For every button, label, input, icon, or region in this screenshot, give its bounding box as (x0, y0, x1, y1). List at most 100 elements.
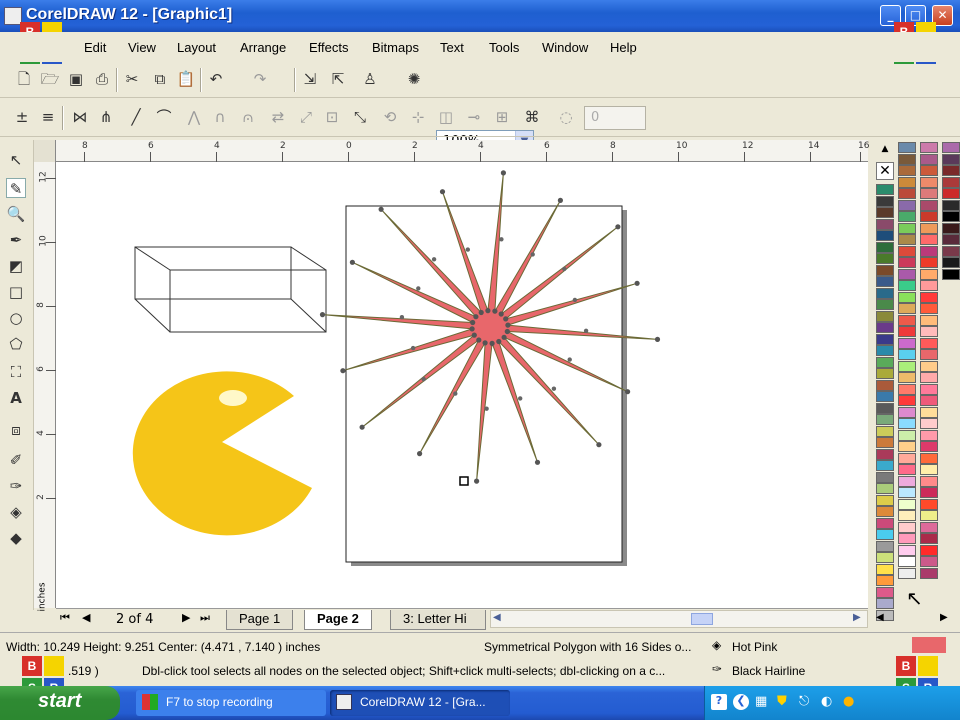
color-swatch[interactable] (898, 544, 916, 556)
horizontal-ruler[interactable]: 8 6 4 2 0 2 4 6 8 10 12 14 16 (34, 140, 869, 162)
color-swatch[interactable] (920, 360, 938, 372)
menu-bitmaps[interactable]: Bitmaps (372, 40, 419, 55)
color-swatch[interactable] (898, 372, 916, 383)
corel-online-icon[interactable]: ✺ (404, 69, 424, 89)
color-swatch[interactable] (898, 245, 916, 257)
taskbar-item-recording[interactable]: F7 to stop recording (136, 690, 326, 716)
tab-page-2[interactable]: Page 2 (304, 610, 372, 630)
cut-icon[interactable]: ✂ (122, 69, 142, 89)
tab-page-3[interactable]: 3: Letter Hi (390, 610, 486, 630)
freehand-tool-icon[interactable]: ✒ (6, 230, 26, 250)
ellipse-tool-icon[interactable]: ○ (6, 308, 26, 328)
curve-smoothness-input[interactable]: 0 (584, 106, 646, 130)
color-swatch[interactable] (876, 529, 894, 540)
color-swatch[interactable] (898, 533, 916, 544)
color-swatch[interactable] (920, 487, 938, 498)
zoom-tool-icon[interactable]: 🔍 (6, 204, 26, 224)
color-swatch[interactable] (876, 425, 894, 437)
color-swatch[interactable] (898, 314, 916, 326)
color-swatch[interactable] (876, 276, 894, 287)
open-file-icon[interactable]: 🗁 (40, 69, 60, 89)
menu-layout[interactable]: Layout (177, 40, 216, 55)
color-swatch[interactable] (898, 257, 916, 268)
color-swatch[interactable] (876, 310, 894, 322)
color-swatch[interactable] (876, 540, 894, 552)
color-swatch[interactable] (920, 406, 938, 418)
color-swatch[interactable] (898, 567, 916, 579)
menu-effects[interactable]: Effects (309, 40, 349, 55)
color-swatch[interactable] (920, 383, 938, 395)
rectangle-tool-icon[interactable]: □ (6, 282, 26, 302)
undo-icon[interactable]: ↶ (206, 69, 226, 89)
color-swatch[interactable] (876, 414, 894, 425)
to-curve-icon[interactable]: ⌒ (154, 107, 174, 127)
color-swatch[interactable] (876, 287, 894, 299)
color-swatch[interactable] (898, 176, 916, 188)
menu-tools[interactable]: Tools (489, 40, 519, 55)
last-page-icon[interactable]: ⏭ (200, 611, 210, 625)
reduce-nodes-icon[interactable]: ⌘ (522, 107, 542, 127)
color-swatch[interactable] (876, 299, 894, 310)
curve-smoothness-icon[interactable]: ◌ (556, 107, 576, 127)
color-swatch[interactable] (942, 165, 960, 176)
color-swatch[interactable] (898, 142, 916, 153)
scroll-right-icon[interactable]: ▶ (853, 612, 861, 623)
color-swatch[interactable] (898, 464, 916, 475)
outline-tool-icon[interactable]: ✑ (6, 476, 26, 496)
network-icon[interactable]: ⎋ (799, 694, 809, 709)
symmetrical-node-icon[interactable]: ⩀ (238, 107, 258, 127)
color-swatch[interactable] (876, 517, 894, 529)
palette-scroll-right-icon[interactable]: ▶ (940, 612, 948, 623)
new-file-icon[interactable]: 🗋 (14, 69, 34, 89)
color-swatch[interactable] (920, 222, 938, 234)
color-swatch[interactable] (876, 195, 894, 207)
color-swatch[interactable] (920, 429, 938, 441)
color-swatch[interactable] (898, 510, 916, 521)
delete-node-icon[interactable]: ≡ (38, 107, 58, 127)
color-swatch[interactable] (920, 245, 938, 257)
palette-scroll-up-icon[interactable]: ▲ (876, 144, 894, 160)
color-swatch[interactable] (876, 506, 894, 517)
fill-tool-icon[interactable]: ◈ (6, 502, 26, 522)
palette-scroll-left-icon[interactable]: ◀ (876, 612, 884, 623)
color-swatch[interactable] (942, 199, 960, 211)
no-color-swatch[interactable]: ✕ (876, 162, 894, 180)
select-all-nodes-icon[interactable]: ⊞ (492, 107, 512, 127)
application-launcher-icon[interactable]: ♙ (360, 69, 380, 89)
color-swatch[interactable] (920, 337, 938, 349)
color-swatch[interactable] (920, 349, 938, 360)
color-swatch[interactable] (920, 176, 938, 188)
color-swatch[interactable] (876, 437, 894, 448)
color-swatch[interactable] (876, 356, 894, 368)
redo-icon[interactable]: ↷ (250, 69, 270, 89)
extend-curve-icon[interactable]: ⤢ (296, 107, 316, 127)
color-swatch[interactable] (876, 494, 894, 506)
menu-help[interactable]: Help (610, 40, 637, 55)
color-swatch[interactable] (942, 176, 960, 188)
color-swatch[interactable] (876, 483, 894, 494)
color-swatch[interactable] (942, 188, 960, 199)
scroll-thumb[interactable] (691, 613, 713, 625)
color-swatch[interactable] (920, 475, 938, 487)
elastic-mode-icon[interactable]: ⊸ (464, 107, 484, 127)
color-swatch[interactable] (920, 533, 938, 544)
color-swatch[interactable] (876, 402, 894, 414)
color-swatch[interactable] (898, 418, 916, 429)
menu-text[interactable]: Text (440, 40, 464, 55)
taskbar-item-coreldraw[interactable]: CorelDRAW 12 - [Gra... (330, 690, 510, 716)
color-swatch[interactable] (920, 142, 938, 153)
to-line-icon[interactable]: ╱ (126, 107, 146, 127)
start-button[interactable]: start (0, 686, 120, 720)
color-swatch[interactable] (876, 264, 894, 276)
color-swatch[interactable] (876, 345, 894, 356)
align-nodes-icon[interactable]: ⊹ (408, 107, 428, 127)
mirror-horizontal-icon[interactable]: ◫ (436, 107, 456, 127)
eyedropper-tool-icon[interactable]: ✐ (6, 450, 26, 470)
color-swatch[interactable] (920, 452, 938, 464)
import-icon[interactable]: ⇲ (300, 69, 320, 89)
color-swatch[interactable] (898, 441, 916, 452)
stretch-nodes-icon[interactable]: ⤡ (350, 107, 370, 127)
interactive-blend-tool-icon[interactable]: ⧈ (6, 420, 26, 440)
color-swatch[interactable] (920, 199, 938, 211)
color-swatch[interactable] (920, 268, 938, 280)
